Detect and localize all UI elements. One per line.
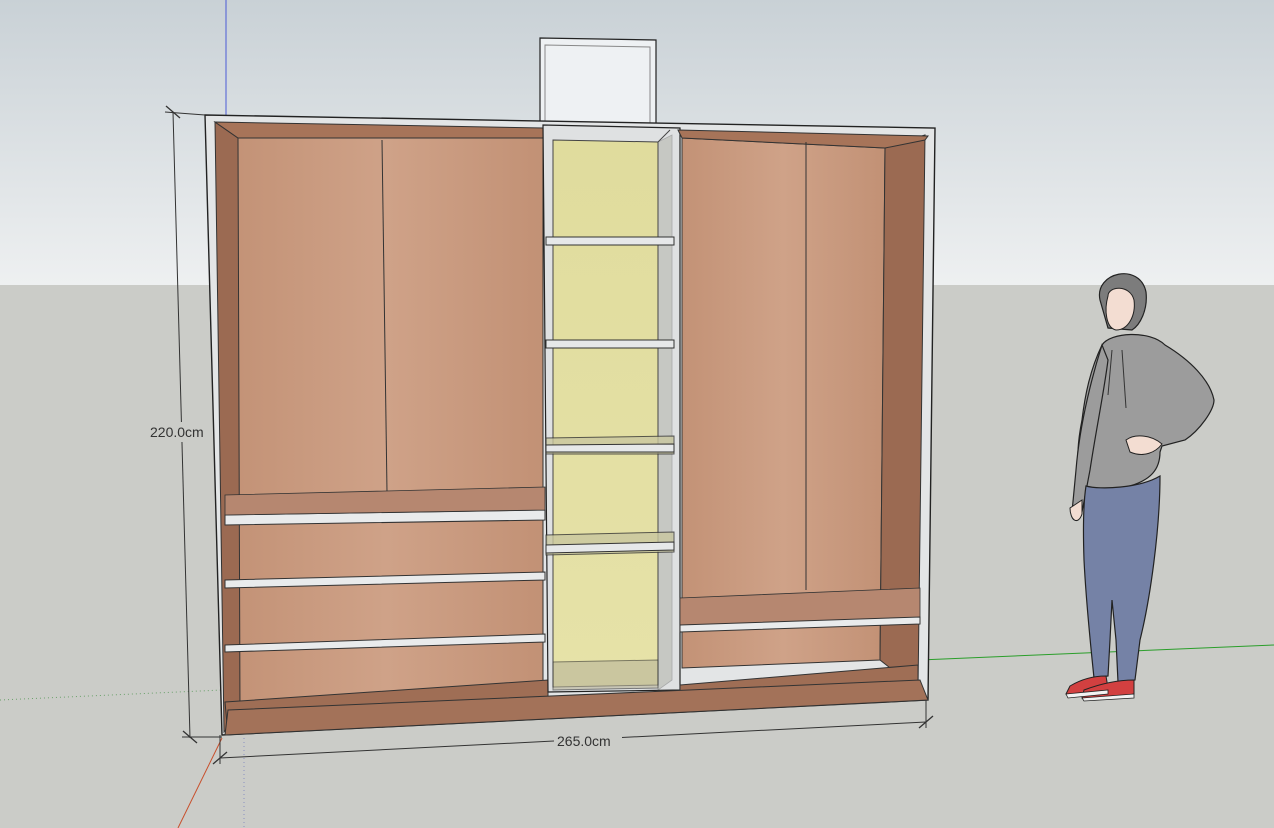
sketchup-3d-viewport[interactable]: 220.0cm 265.0cm (0, 0, 1274, 828)
right-compartment-back (681, 137, 886, 669)
center-column-back (552, 139, 659, 688)
width-dimension-label: 265.0cm (557, 733, 611, 749)
wardrobe-model[interactable] (204, 114, 936, 736)
height-dimension-label: 220.0cm (150, 424, 204, 440)
top-box[interactable] (539, 37, 657, 131)
